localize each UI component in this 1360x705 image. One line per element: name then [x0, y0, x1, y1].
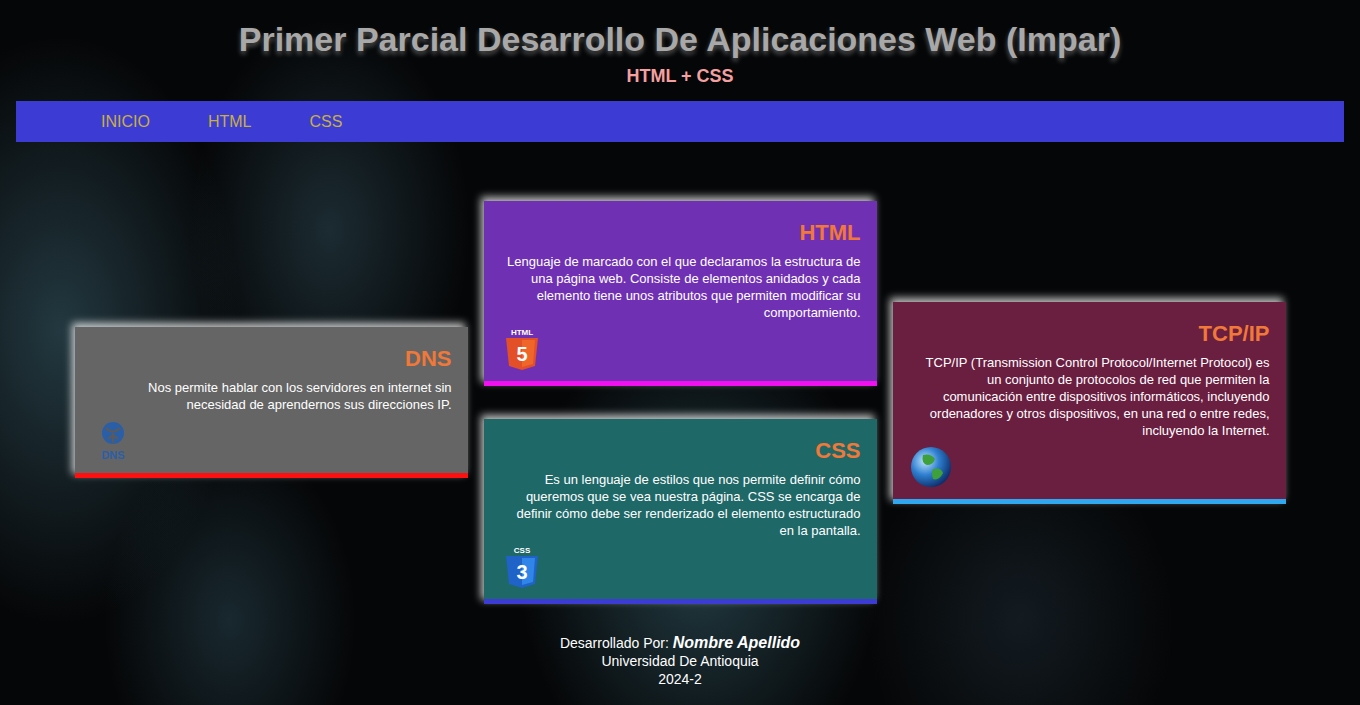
- svg-text:5: 5: [516, 343, 527, 365]
- card-title: CSS: [500, 437, 861, 465]
- card-column: TCP/IP TCP/IP (Transmission Control Proto…: [893, 302, 1286, 504]
- card-board: DNS Nos permite hablar con los servidores…: [0, 201, 1360, 604]
- info-card: HTML Lenguaje de marcado con el que decla…: [484, 201, 877, 386]
- card-column: HTML Lenguaje de marcado con el que decla…: [484, 201, 877, 604]
- card-text: TCP/IP (Transmission Control Protocol/In…: [909, 354, 1270, 439]
- card-text: Es un lenguaje de estilos que nos permit…: [500, 471, 861, 539]
- card-column: DNS Nos permite hablar con los servidores…: [75, 327, 468, 478]
- card-text: Nos permite hablar con los servidores en…: [91, 379, 452, 413]
- card-title: TCP/IP: [909, 320, 1270, 348]
- info-card: CSS Es un lenguaje de estilos que nos per…: [484, 419, 877, 604]
- page-footer: Desarrollado Por: Nombre ApellidoUnivers…: [0, 634, 1360, 688]
- globe-icon: [909, 445, 953, 489]
- dns-icon: DNS: [91, 419, 135, 463]
- svg-text:CSS: CSS: [513, 546, 530, 555]
- card-title: HTML: [500, 219, 861, 247]
- page-title: Primer Parcial Desarrollo De Aplicacione…: [0, 18, 1360, 60]
- card-text: Lenguaje de marcado con el que declaramo…: [500, 253, 861, 321]
- card-title: DNS: [91, 345, 452, 373]
- university: Universidad De Antioquia: [0, 652, 1360, 670]
- nav-link[interactable]: CSS: [280, 102, 371, 142]
- svg-text:DNS: DNS: [101, 449, 124, 461]
- info-card: TCP/IP TCP/IP (Transmission Control Proto…: [893, 302, 1286, 504]
- nav-link[interactable]: HTML: [179, 102, 281, 142]
- credit-prefix: Desarrollado Por:: [560, 635, 669, 651]
- year: 2024-2: [0, 670, 1360, 688]
- nav-link[interactable]: INICIO: [72, 102, 179, 142]
- nav-bar: INICIOHTMLCSS: [16, 101, 1344, 142]
- page-subtitle: HTML + CSS: [0, 63, 1360, 89]
- page-header: Primer Parcial Desarrollo De Aplicacione…: [0, 0, 1360, 89]
- info-card: DNS Nos permite hablar con los servidores…: [75, 327, 468, 478]
- author-name: Nombre Apellido: [673, 634, 800, 651]
- svg-text:3: 3: [516, 561, 527, 583]
- css3-icon: CSS 3: [500, 545, 544, 589]
- svg-text:HTML: HTML: [510, 328, 532, 337]
- html5-icon: HTML 5: [500, 327, 544, 371]
- footer-credit: Desarrollado Por: Nombre Apellido: [0, 634, 1360, 652]
